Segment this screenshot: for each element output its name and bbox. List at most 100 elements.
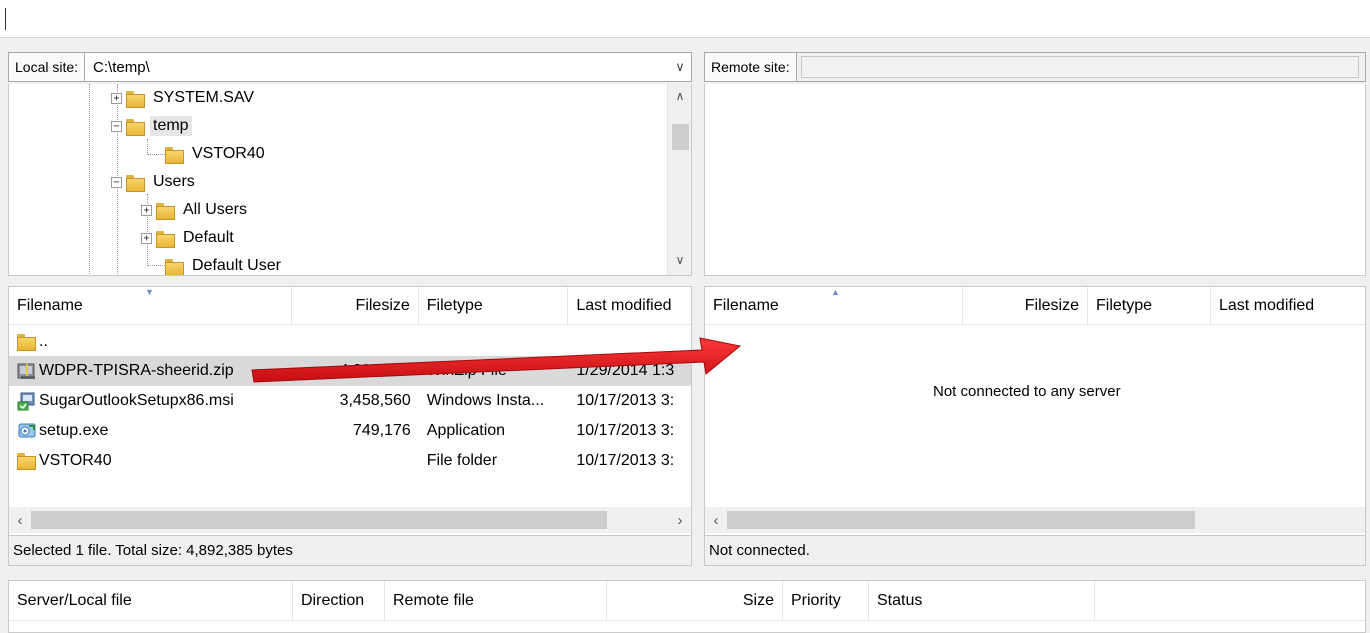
remote-status-bar: Not connected. xyxy=(704,536,1366,566)
local-list-horizontal-scrollbar[interactable]: ‹ › xyxy=(9,507,691,533)
local-list-header: ▼ Filename Filesize Filetype Last modifi… xyxy=(9,287,691,325)
annotation-arrow xyxy=(251,337,742,383)
file-name: SugarOutlookSetupx86.msi xyxy=(39,392,234,410)
remote-directory-tree[interactable] xyxy=(704,84,1366,276)
tree-guide-line xyxy=(147,265,165,266)
expand-icon[interactable]: + xyxy=(111,92,122,104)
local-status-text: Selected 1 file. Total size: 4,892,385 b… xyxy=(13,542,293,559)
remote-file-list[interactable]: ▲ Filename Filesize Filetype Last modifi… xyxy=(704,286,1366,536)
tree-item-label: All Users xyxy=(183,201,248,218)
sort-indicator-icon: ▼ xyxy=(145,287,154,297)
collapse-icon[interactable]: − xyxy=(111,120,122,132)
tree-item-label: VSTOR40 xyxy=(192,145,265,162)
file-name: VSTOR40 xyxy=(39,452,112,470)
folder-icon xyxy=(156,229,175,248)
remote-status-text: Not connected. xyxy=(709,542,810,559)
message-log[interactable] xyxy=(0,0,1370,38)
local-file-list[interactable]: ▼ Filename Filesize Filetype Last modifi… xyxy=(8,286,692,536)
file-row-msi[interactable]: SugarOutlookSetupx86.msi 3,458,560 Windo… xyxy=(9,386,691,416)
file-row-setup[interactable]: setup.exe 749,176 Application 10/17/2013… xyxy=(9,416,691,446)
tree-vertical-scrollbar[interactable]: ∧ ∨ xyxy=(667,84,691,275)
tree-item-label: Users xyxy=(153,173,195,190)
column-last-modified[interactable]: Last modified xyxy=(568,287,691,324)
file-name: .. xyxy=(39,333,48,351)
column-status[interactable]: Status xyxy=(869,581,1095,620)
file-name: WDPR-TPISRA-sheerid.zip xyxy=(39,362,234,380)
scrollbar-thumb[interactable] xyxy=(31,511,607,529)
scroll-left-icon[interactable]: ‹ xyxy=(9,512,31,529)
folder-icon xyxy=(126,173,145,192)
tree-guide-line xyxy=(147,139,148,155)
local-site-dropdown-icon[interactable]: ∨ xyxy=(669,53,691,81)
scroll-down-icon[interactable]: ∨ xyxy=(668,248,691,272)
tree-item-system-sav[interactable]: + SYSTEM.SAV xyxy=(111,85,257,111)
folder-icon xyxy=(165,145,184,164)
file-name: setup.exe xyxy=(39,422,109,440)
column-filetype[interactable]: Filetype xyxy=(419,287,569,324)
scroll-right-icon[interactable]: › xyxy=(669,512,691,529)
setup-icon xyxy=(17,421,37,441)
column-remote-file[interactable]: Remote file xyxy=(385,581,607,620)
transfer-queue[interactable]: Server/Local file Direction Remote file … xyxy=(8,580,1366,633)
queue-header: Server/Local file Direction Remote file … xyxy=(9,581,1365,621)
tree-item-label: temp xyxy=(150,116,192,136)
tree-item-default-user[interactable]: Default User xyxy=(165,253,284,275)
tree-item-label: Default User xyxy=(192,257,281,274)
folder-icon xyxy=(126,117,145,136)
tree-item-label: SYSTEM.SAV xyxy=(153,89,255,106)
file-type: Windows Insta... xyxy=(426,392,545,409)
scroll-up-icon[interactable]: ∧ xyxy=(668,84,691,108)
tree-item-users[interactable]: − Users xyxy=(111,169,198,195)
local-site-path-input[interactable]: C:\temp\ xyxy=(85,53,669,81)
folder-icon xyxy=(156,201,175,220)
local-directory-tree[interactable]: + SYSTEM.SAV − temp VSTOR40 − Users + Al… xyxy=(8,84,692,276)
tree-item-vstor40[interactable]: VSTOR40 xyxy=(165,141,268,167)
column-size[interactable]: Size xyxy=(607,581,783,620)
file-type: Application xyxy=(426,422,506,439)
installer-icon xyxy=(17,391,37,411)
tree-item-default[interactable]: + Default xyxy=(141,225,237,251)
scrollbar-thumb[interactable] xyxy=(672,124,689,150)
column-filetype[interactable]: Filetype xyxy=(1088,287,1211,324)
remote-site-path-input[interactable] xyxy=(800,56,1359,78)
remote-site-label: Remote site: xyxy=(705,53,797,81)
file-row-folder[interactable]: VSTOR40 File folder 10/17/2013 3: xyxy=(9,446,691,476)
collapse-icon[interactable]: − xyxy=(111,176,122,188)
folder-icon xyxy=(126,89,145,108)
local-status-bar: Selected 1 file. Total size: 4,892,385 b… xyxy=(8,536,692,566)
folder-icon xyxy=(17,332,37,352)
file-type: File folder xyxy=(426,452,498,469)
scroll-left-icon[interactable]: ‹ xyxy=(705,512,727,529)
remote-list-header: ▲ Filename Filesize Filetype Last modifi… xyxy=(705,287,1365,325)
tree-item-label: Default xyxy=(183,229,234,246)
remote-site-bar: Remote site: xyxy=(704,52,1366,82)
column-priority[interactable]: Priority xyxy=(783,581,869,620)
file-size: 749,176 xyxy=(352,422,411,439)
file-modified: 10/17/2013 3: xyxy=(576,452,675,469)
folder-icon xyxy=(165,257,184,275)
file-modified: 10/17/2013 3: xyxy=(576,422,675,439)
expand-icon[interactable]: + xyxy=(141,232,152,244)
local-site-bar: Local site: C:\temp\ ∨ xyxy=(8,52,692,82)
column-direction[interactable]: Direction xyxy=(293,581,385,620)
column-server-local-file[interactable]: Server/Local file xyxy=(9,581,293,620)
sort-indicator-icon: ▲ xyxy=(831,287,840,297)
column-last-modified[interactable]: Last modified xyxy=(1211,287,1365,324)
tree-item-all-users[interactable]: + All Users xyxy=(141,197,250,223)
column-filesize[interactable]: Filesize xyxy=(292,287,419,324)
column-filesize[interactable]: Filesize xyxy=(963,287,1088,324)
file-size: 3,458,560 xyxy=(339,392,411,409)
tree-guide-line xyxy=(147,154,165,155)
not-connected-message: Not connected to any server xyxy=(933,383,1121,400)
tree-item-temp[interactable]: − temp xyxy=(111,113,192,139)
annotation-arrow-shape xyxy=(251,337,742,383)
folder-icon xyxy=(17,451,37,471)
expand-icon[interactable]: + xyxy=(141,204,152,216)
zip-icon xyxy=(17,361,37,381)
remote-list-horizontal-scrollbar[interactable]: ‹ xyxy=(705,507,1365,533)
text-caret xyxy=(5,8,6,30)
file-modified: 10/17/2013 3: xyxy=(576,392,675,409)
tree-guide-line xyxy=(89,84,90,275)
scrollbar-thumb[interactable] xyxy=(727,511,1195,529)
local-site-label: Local site: xyxy=(9,53,86,81)
